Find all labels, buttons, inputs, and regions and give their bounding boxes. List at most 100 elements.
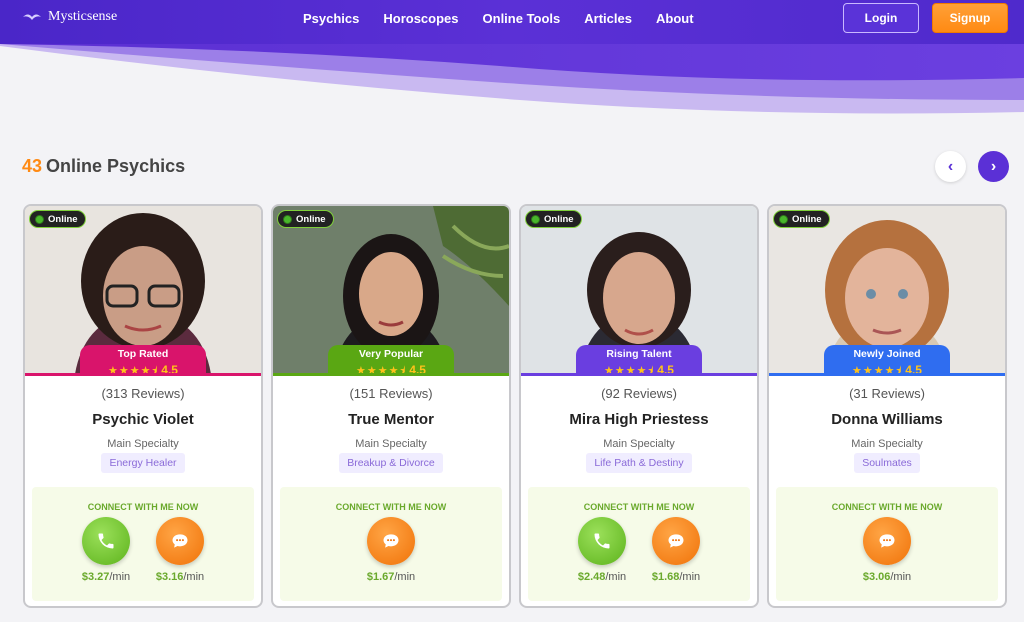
- section-heading: 43 Online Psychics: [22, 156, 185, 177]
- price-unit: /min: [890, 571, 912, 583]
- connect-panel: CONNECT WITH ME NOW $3.06/min: [776, 487, 998, 601]
- review-count[interactable]: (92 Reviews): [521, 386, 757, 401]
- specialty-label: Main Specialty: [603, 438, 675, 450]
- connect-panel: CONNECT WITH ME NOW $3.27/min $3.16/min: [32, 487, 254, 601]
- online-dot-icon: [779, 214, 788, 224]
- call-price: $3.27: [81, 571, 110, 583]
- site-logo[interactable]: Mysticsense: [22, 9, 117, 25]
- specialty: Breakup & Divorce: [273, 453, 509, 473]
- chat-price: $3.16: [155, 571, 184, 583]
- price-unit: /min: [679, 571, 701, 583]
- psychic-card[interactable]: Online Very Popular ★★★★⯨ 4.5 (151 Review…: [271, 204, 511, 608]
- specialty-tag: Soulmates: [854, 453, 920, 473]
- specialty-label: Main Specialty: [355, 438, 427, 450]
- review-count[interactable]: (31 Reviews): [769, 386, 1005, 401]
- psychic-name[interactable]: Psychic Violet: [25, 411, 261, 428]
- online-dot-icon: [35, 214, 44, 224]
- psychic-name[interactable]: Donna Williams: [769, 411, 1005, 428]
- chat-button[interactable]: [367, 517, 415, 565]
- chevron-right-icon: ›: [990, 157, 997, 175]
- chat-option[interactable]: $3.16/min: [154, 517, 206, 583]
- online-dot-icon: [283, 214, 292, 224]
- logo-text: Mysticsense: [48, 9, 118, 24]
- connect-panel: CONNECT WITH ME NOW $2.48/min $1.68/min: [528, 487, 750, 601]
- badge-divider: [25, 373, 261, 376]
- chat-price: $3.06: [862, 571, 891, 583]
- chat-price: $1.68: [651, 571, 680, 583]
- chat-button[interactable]: [156, 517, 204, 565]
- price-unit: /min: [183, 571, 205, 583]
- call-button[interactable]: [578, 517, 626, 565]
- badge-label: Rising Talent: [606, 348, 672, 360]
- specialty-tag: Life Path & Destiny: [586, 453, 692, 473]
- specialty: Energy Healer: [25, 453, 261, 473]
- call-price: $2.48: [577, 571, 606, 583]
- chat-bubble-icon: [668, 534, 684, 548]
- chat-bubble-icon: [879, 534, 895, 548]
- rank-badge: Newly Joined ★★★★⯨ 4.5: [824, 345, 950, 377]
- psychic-card[interactable]: Online Newly Joined ★★★★⯨ 4.5 (31 Reviews…: [767, 204, 1007, 608]
- psychic-card[interactable]: Online Top Rated ★★★★⯨ 4.5 (313 Reviews) …: [23, 204, 263, 608]
- phone-icon: [98, 533, 114, 549]
- connect-label: CONNECT WITH ME NOW: [335, 502, 447, 512]
- top-navigation-bar: Mysticsense Psychics Horoscopes Online T…: [0, 0, 1024, 44]
- review-count[interactable]: (151 Reviews): [273, 386, 509, 401]
- nav-articles[interactable]: Articles: [584, 11, 632, 26]
- nav-about[interactable]: About: [656, 11, 694, 26]
- connect-label: CONNECT WITH ME NOW: [583, 502, 695, 512]
- chat-price: $1.67: [366, 571, 395, 583]
- online-dot-icon: [531, 214, 540, 224]
- chat-option[interactable]: $1.67/min: [365, 517, 417, 583]
- psychic-name[interactable]: Mira High Priestess: [521, 411, 757, 428]
- chat-button[interactable]: [652, 517, 700, 565]
- chat-bubble-icon: [383, 534, 399, 548]
- price-unit: /min: [394, 571, 416, 583]
- specialty: Life Path & Destiny: [521, 453, 757, 473]
- specialty-label: Main Specialty: [107, 438, 179, 450]
- connect-label: CONNECT WITH ME NOW: [831, 502, 943, 512]
- badge-label: Very Popular: [358, 348, 424, 360]
- nav-psychics[interactable]: Psychics: [303, 11, 359, 26]
- specialty-tag: Energy Healer: [101, 453, 185, 473]
- specialty-tag: Breakup & Divorce: [339, 453, 443, 473]
- carousel-prev-button[interactable]: ‹: [935, 151, 966, 182]
- price-unit: /min: [109, 571, 131, 583]
- chat-bubble-icon: [172, 534, 188, 548]
- psychic-card[interactable]: Online Rising Talent ★★★★⯨ 4.5 (92 Review…: [519, 204, 759, 608]
- call-option[interactable]: $2.48/min: [576, 517, 628, 583]
- specialty: Soulmates: [769, 453, 1005, 473]
- section-title-text: Online Psychics: [46, 156, 186, 176]
- main-nav: Psychics Horoscopes Online Tools Article…: [303, 11, 694, 26]
- connect-label: CONNECT WITH ME NOW: [87, 502, 199, 512]
- online-status-badge: Online: [773, 210, 830, 228]
- specialty-label: Main Specialty: [851, 438, 923, 450]
- chat-option[interactable]: $3.06/min: [861, 517, 913, 583]
- chevron-left-icon: ‹: [947, 157, 954, 175]
- rank-badge: Very Popular ★★★★⯨ 4.5: [328, 345, 454, 377]
- nav-horoscopes[interactable]: Horoscopes: [383, 11, 458, 26]
- login-button[interactable]: Login: [843, 3, 919, 33]
- rank-badge: Rising Talent ★★★★⯨ 4.5: [576, 345, 702, 377]
- online-status-badge: Online: [277, 210, 334, 228]
- badge-divider: [273, 373, 509, 376]
- connect-panel: CONNECT WITH ME NOW $1.67/min: [280, 487, 502, 601]
- signup-button[interactable]: Signup: [932, 3, 1008, 33]
- badge-label: Top Rated: [117, 348, 169, 360]
- bird-logo-icon: [23, 14, 41, 20]
- nav-online-tools[interactable]: Online Tools: [483, 11, 561, 26]
- chat-option[interactable]: $1.68/min: [650, 517, 702, 583]
- call-option[interactable]: $3.27/min: [80, 517, 132, 583]
- badge-divider: [521, 373, 757, 376]
- online-status-badge: Online: [525, 210, 582, 228]
- online-count: 43: [22, 156, 43, 176]
- chat-button[interactable]: [863, 517, 911, 565]
- price-unit: /min: [605, 571, 627, 583]
- carousel-next-button[interactable]: ›: [978, 151, 1009, 182]
- phone-icon: [594, 533, 610, 549]
- online-status-badge: Online: [29, 210, 86, 228]
- psychic-name[interactable]: True Mentor: [273, 411, 509, 428]
- rank-badge: Top Rated ★★★★⯨ 4.5: [80, 345, 206, 377]
- call-button[interactable]: [82, 517, 130, 565]
- badge-divider: [769, 373, 1005, 376]
- review-count[interactable]: (313 Reviews): [25, 386, 261, 401]
